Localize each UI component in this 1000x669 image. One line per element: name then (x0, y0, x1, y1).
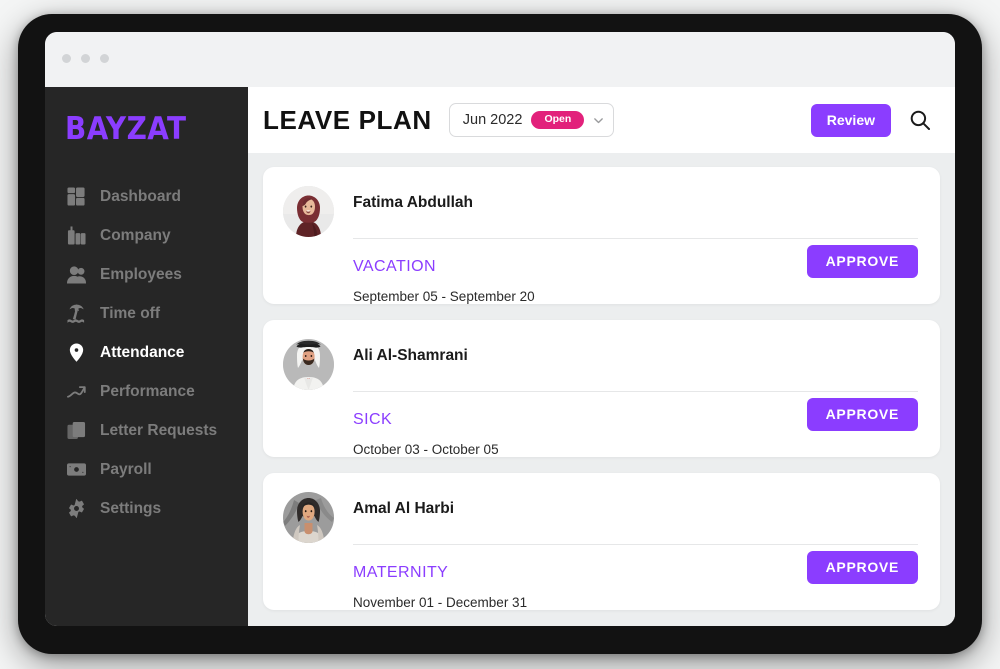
sidebar-nav: Dashboard Company Employees Time off Att… (45, 177, 248, 528)
leave-request-card[interactable]: Amal Al Harbi MATERNITY November 01 - De… (263, 473, 940, 610)
sidebar-item-label: Performance (100, 382, 195, 400)
employee-name: Fatima Abdullah (353, 194, 473, 211)
sidebar-item-label: Settings (100, 499, 162, 517)
palm-tree-icon (67, 304, 86, 323)
sidebar-item-label: Dashboard (100, 187, 181, 205)
sidebar-item-attendance[interactable]: Attendance (45, 333, 248, 372)
sidebar-item-letter-requests[interactable]: Letter Requests (45, 411, 248, 450)
divider (353, 543, 918, 545)
device-frame: BAYZAT Dashboard Company Employees Time … (18, 14, 982, 654)
browser-titlebar (45, 32, 955, 87)
sidebar-item-payroll[interactable]: Payroll (45, 450, 248, 489)
sidebar: BAYZAT Dashboard Company Employees Time … (45, 87, 248, 626)
page-header: LEAVE PLAN Jun 2022 Open Review (248, 87, 955, 153)
brand-logo: BAYZAT (65, 111, 187, 147)
sidebar-item-company[interactable]: Company (45, 216, 248, 255)
avatar (283, 186, 334, 237)
sidebar-item-time-off[interactable]: Time off (45, 294, 248, 333)
review-button[interactable]: Review (810, 103, 891, 137)
leave-dates: October 03 - October 05 (353, 441, 499, 457)
people-icon (67, 265, 86, 284)
header-actions: Review (810, 103, 931, 137)
main-content: LEAVE PLAN Jun 2022 Open Review Fatima A… (248, 87, 955, 626)
documents-icon (67, 421, 86, 440)
page-title: LEAVE PLAN (263, 104, 432, 135)
sidebar-item-label: Employees (100, 265, 182, 283)
leave-request-card[interactable]: Fatima Abdullah VACATION September 05 - … (263, 167, 940, 304)
sidebar-item-label: Time off (100, 304, 160, 322)
maximize-window-button[interactable] (100, 54, 109, 63)
card-body: Ali Al-Shamrani SICK October 03 - Octobe… (353, 337, 918, 457)
sidebar-item-label: Letter Requests (100, 421, 218, 439)
approve-button[interactable]: APPROVE (806, 245, 918, 278)
period-selector[interactable]: Jun 2022 Open (448, 103, 615, 137)
leave-dates: September 05 - September 20 (353, 288, 535, 304)
divider (353, 237, 918, 239)
employee-name: Ali Al-Shamrani (353, 347, 468, 364)
close-window-button[interactable] (62, 54, 71, 63)
approve-button[interactable]: APPROVE (806, 551, 918, 584)
status-badge: Open (531, 111, 585, 129)
trending-up-icon (67, 382, 86, 401)
sidebar-item-dashboard[interactable]: Dashboard (45, 177, 248, 216)
minimize-window-button[interactable] (81, 54, 90, 63)
chevron-down-icon (593, 115, 604, 126)
card-body: Amal Al Harbi MATERNITY November 01 - De… (353, 490, 918, 610)
sidebar-item-label: Attendance (100, 343, 185, 361)
employee-name: Amal Al Harbi (353, 500, 455, 517)
approve-button[interactable]: APPROVE (806, 398, 918, 431)
gear-icon (67, 499, 86, 518)
buildings-icon (67, 226, 86, 245)
avatar (283, 339, 334, 390)
sidebar-item-label: Company (100, 226, 171, 244)
dashboard-grid-icon (67, 187, 86, 206)
window-traffic-lights (62, 54, 109, 63)
leave-request-list: Fatima Abdullah VACATION September 05 - … (248, 153, 955, 610)
period-label: Jun 2022 (462, 112, 523, 128)
card-body: Fatima Abdullah VACATION September 05 - … (353, 184, 918, 304)
search-icon[interactable] (909, 109, 931, 131)
sidebar-item-settings[interactable]: Settings (45, 489, 248, 528)
sidebar-item-employees[interactable]: Employees (45, 255, 248, 294)
app-container: BAYZAT Dashboard Company Employees Time … (45, 87, 955, 626)
avatar (283, 492, 334, 543)
sidebar-item-label: Payroll (100, 460, 152, 478)
leave-request-card[interactable]: Ali Al-Shamrani SICK October 03 - Octobe… (263, 320, 940, 457)
leave-dates: November 01 - December 31 (353, 594, 528, 610)
divider (353, 390, 918, 392)
banknote-icon (67, 460, 86, 479)
location-pin-icon (67, 343, 86, 362)
sidebar-item-performance[interactable]: Performance (45, 372, 248, 411)
device-screen: BAYZAT Dashboard Company Employees Time … (45, 32, 955, 626)
